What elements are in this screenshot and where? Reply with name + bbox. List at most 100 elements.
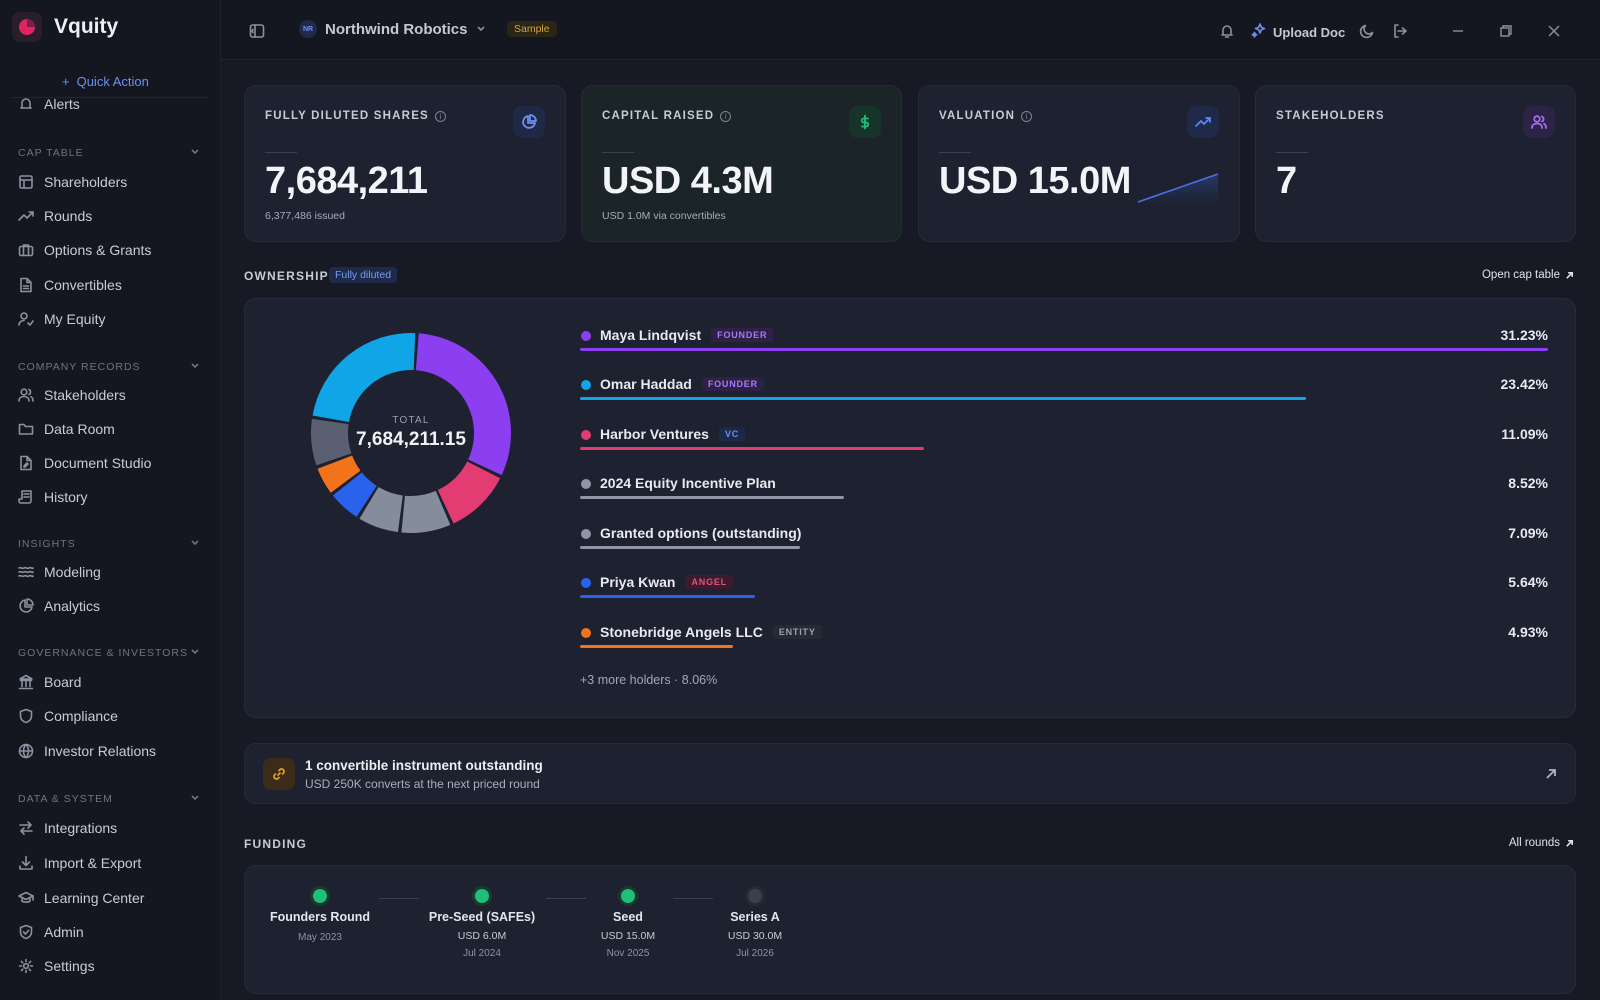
sidebar-item-board[interactable]: Board: [18, 674, 81, 690]
sidebar-item-modeling[interactable]: Modeling: [18, 564, 101, 580]
ownership-bar: [580, 595, 755, 598]
sidebar-item-alerts[interactable]: Alerts: [18, 96, 80, 112]
holder-row[interactable]: Stonebridge Angels LLC ENTITY 4.93%: [580, 623, 1548, 663]
round-amount: USD 30.0M: [727, 930, 783, 942]
section-data-system[interactable]: DATA & SYSTEM: [18, 792, 200, 805]
more-holders-text[interactable]: +3 more holders · 8.06%: [580, 673, 717, 687]
donut-segment[interactable]: [415, 333, 511, 476]
sidebar-item-integrations[interactable]: Integrations: [18, 820, 117, 836]
sidebar-item-shareholders[interactable]: Shareholders: [18, 174, 127, 190]
sample-badge: Sample: [507, 21, 557, 37]
globe-icon: [18, 743, 34, 759]
holder-name: 2024 Equity Incentive Plan: [600, 475, 776, 491]
stat-card-fully-diluted[interactable]: FULLY DILUTED SHARES i 7,684,211 6,377,48…: [244, 85, 566, 242]
open-cap-table-link[interactable]: Open cap table: [1482, 269, 1574, 281]
section-title: GOVERNANCE & INVESTORS: [18, 646, 189, 659]
divider: [939, 152, 971, 153]
sidebar-item-data-room[interactable]: Data Room: [18, 421, 115, 437]
ownership-bar: [580, 496, 845, 499]
gear-icon: [18, 958, 34, 974]
sidebar-item-rounds[interactable]: Rounds: [18, 208, 92, 224]
holder-percent: 4.93%: [1508, 624, 1548, 640]
stat-card-stakeholders[interactable]: STAKEHOLDERS 7: [1255, 85, 1576, 242]
holder-row[interactable]: Harbor Ventures VC 11.09%: [580, 425, 1548, 465]
ownership-bar: [580, 397, 1306, 400]
sidebar-item-analytics[interactable]: Analytics: [18, 598, 100, 614]
all-rounds-link[interactable]: All rounds: [1509, 837, 1574, 849]
brand[interactable]: Vquity: [12, 12, 118, 42]
sidebar-item-compliance[interactable]: Compliance: [18, 708, 118, 724]
sidebar-item-label: Import & Export: [44, 855, 142, 871]
section-title: INSIGHTS: [18, 537, 76, 550]
section-governance-investors[interactable]: GOVERNANCE & INVESTORS: [18, 646, 200, 659]
bell-icon[interactable]: [1219, 23, 1235, 44]
sidebar-item-options-grants[interactable]: Options & Grants: [18, 242, 151, 258]
funding-round[interactable]: Founders Round May 2023: [250, 889, 390, 943]
funding-title: FUNDING: [244, 837, 308, 851]
chevron-down-icon: [190, 537, 200, 550]
legend-dot: [581, 529, 591, 539]
convertible-banner[interactable]: 1 convertible instrument outstanding USD…: [244, 743, 1576, 804]
holder-row[interactable]: 2024 Equity Incentive Plan 8.52%: [580, 474, 1548, 514]
minimize-icon[interactable]: [1451, 24, 1465, 43]
stat-label: FULLY DILUTED SHARES i: [265, 110, 446, 122]
file-edit-icon: [20, 455, 32, 471]
donut-total-label: TOTAL: [392, 415, 430, 426]
donut-segment[interactable]: [312, 333, 416, 422]
users-icon: [18, 388, 34, 402]
holder-row[interactable]: Maya Lindqvist FOUNDER 31.23%: [580, 326, 1548, 366]
holder-row[interactable]: Omar Haddad FOUNDER 23.42%: [580, 375, 1548, 415]
sidebar-item-history[interactable]: History: [18, 489, 88, 505]
donut-total-value: 7,684,211.15: [356, 429, 466, 450]
sidebar-item-my-equity[interactable]: My Equity: [18, 311, 105, 327]
holder-name: Harbor Ventures VC: [600, 426, 746, 442]
ownership-title: OWNERSHIP: [244, 269, 329, 283]
logout-icon[interactable]: [1392, 23, 1408, 44]
quick-action-button[interactable]: + Quick Action: [62, 74, 149, 89]
info-icon[interactable]: i: [1021, 110, 1033, 122]
section-cap-table[interactable]: CAP TABLE: [18, 146, 200, 159]
funding-round[interactable]: Pre-Seed (SAFEs) USD 6.0M Jul 2024: [412, 889, 552, 959]
sidebar-item-stakeholders[interactable]: Stakeholders: [18, 387, 126, 403]
close-icon[interactable]: [1547, 24, 1561, 43]
sidebar-item-investor-relations[interactable]: Investor Relations: [18, 743, 156, 759]
round-amount: USD 15.0M: [600, 930, 656, 942]
arrow-up-right-icon: [1566, 271, 1574, 279]
upload-doc-button[interactable]: Upload Doc: [1251, 22, 1345, 43]
sidebar-item-label: Document Studio: [44, 455, 152, 471]
restore-icon[interactable]: [1499, 24, 1513, 43]
holder-row[interactable]: Granted options (outstanding) 7.09%: [580, 524, 1548, 564]
sidebar-item-settings[interactable]: Settings: [18, 958, 95, 974]
sidebar-item-convertibles[interactable]: Convertibles: [18, 277, 122, 293]
donut-segment[interactable]: [437, 461, 501, 524]
user-check-icon: [18, 312, 34, 326]
section-company-records[interactable]: COMPANY RECORDS: [18, 360, 200, 373]
funding-round[interactable]: Seed USD 15.0M Nov 2025: [558, 889, 698, 959]
arrows-swap-icon: [19, 821, 33, 835]
section-insights[interactable]: INSIGHTS: [18, 537, 200, 550]
sidebar-item-learning-center[interactable]: Learning Center: [18, 890, 144, 906]
round-name: Founders Round: [270, 910, 370, 924]
sidebar-item-label: Rounds: [44, 208, 93, 224]
sidebar-item-label: Settings: [44, 958, 95, 974]
funding-round[interactable]: Series A USD 30.0M Jul 2026: [685, 889, 825, 959]
sidebar-item-admin[interactable]: Admin: [18, 924, 84, 940]
sidebar-toggle-icon[interactable]: [249, 23, 265, 44]
sidebar-item-document-studio[interactable]: Document Studio: [18, 455, 151, 471]
stat-card-capital-raised[interactable]: CAPITAL RAISED i USD 4.3M USD 1.0M via co…: [581, 85, 902, 242]
sidebar-item-label: Compliance: [44, 708, 118, 724]
holder-row[interactable]: Priya Kwan ANGEL 5.64%: [580, 573, 1548, 613]
topbar: NR Northwind Robotics Sample Upload Doc: [221, 0, 1600, 60]
holder-percent: 31.23%: [1500, 327, 1548, 343]
briefcase-icon: [18, 244, 34, 257]
sidebar-item-label: Integrations: [44, 820, 118, 836]
org-switcher[interactable]: NR Northwind Robotics: [299, 20, 486, 38]
info-icon[interactable]: i: [720, 110, 732, 122]
round-status-dot: [475, 889, 489, 903]
round-name: Pre-Seed (SAFEs): [428, 910, 536, 924]
sidebar-item-import-export[interactable]: Import & Export: [18, 855, 141, 871]
moon-icon[interactable]: [1359, 23, 1375, 44]
stat-card-valuation[interactable]: VALUATION i USD 15.0M: [918, 85, 1240, 242]
info-icon[interactable]: i: [434, 110, 446, 122]
sidebar-item-label: Analytics: [44, 598, 101, 614]
